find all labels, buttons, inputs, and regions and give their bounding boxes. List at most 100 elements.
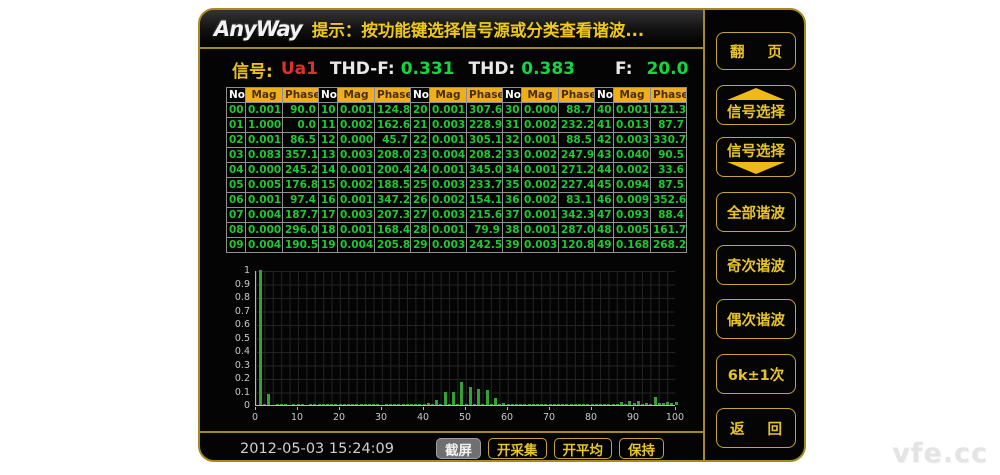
harmonic-bar: [334, 404, 337, 405]
sidebar-button-signal-select-down[interactable]: 信号选择: [716, 137, 796, 177]
harmonic-bar: [360, 404, 363, 405]
magnitude-cell: 0.004: [430, 148, 467, 163]
harmonic-bar: [616, 404, 619, 405]
harmonic-no-cell: 34: [503, 163, 522, 178]
chart-plot-area: [255, 271, 675, 406]
y-axis-tick-label: 0: [204, 400, 250, 411]
harmonic-bar: [607, 404, 610, 405]
x-axis-tick-mark: [633, 407, 634, 410]
button-label: 返回: [717, 418, 795, 439]
phase-cell: 208.0: [375, 148, 411, 163]
phase-cell: 215.6: [467, 208, 503, 223]
magnitude-cell: 0.002: [338, 118, 375, 133]
harmonic-bar: [620, 402, 623, 405]
harmonic-bar: [490, 404, 493, 405]
magnitude-cell: 0.003: [614, 133, 651, 148]
harmonic-bar: [595, 404, 598, 405]
harmonic-bar: [502, 403, 505, 405]
harmonic-bar: [654, 397, 657, 405]
harmonic-no-cell: 17: [319, 208, 338, 223]
phase-cell: 121.3: [651, 103, 687, 118]
harmonic-bar: [540, 404, 543, 405]
sidebar-button-even-harmonics[interactable]: 偶次谐波: [716, 299, 796, 339]
harmonic-bar: [347, 404, 350, 405]
harmonic-bar: [444, 392, 447, 405]
triangle-down-icon: [727, 162, 785, 174]
sidebar-button-page-flip[interactable]: 翻页: [716, 32, 796, 70]
harmonic-bar: [439, 404, 442, 405]
sidebar-button-odd-harmonics[interactable]: 奇次谐波: [716, 245, 796, 285]
sidebar-button-return[interactable]: 返回: [716, 408, 796, 448]
x-axis-tick-mark: [591, 407, 592, 410]
harmonic-bar: [465, 404, 468, 405]
harmonic-no-cell: 00: [227, 103, 246, 118]
y-axis-tick-label: 0.6: [204, 319, 250, 330]
magnitude-cell: 0.009: [614, 193, 651, 208]
harmonic-bar: [582, 404, 585, 405]
harmonic-bar: [557, 404, 560, 405]
thdf-value: 0.331: [401, 59, 455, 79]
sidebar-button-signal-select-up[interactable]: 信号选择: [716, 85, 796, 125]
harmonic-bar: [318, 404, 321, 405]
button-label: 奇次谐波: [727, 255, 785, 276]
table-row: 090.004190.5190.004205.8290.003242.5390.…: [227, 238, 687, 253]
x-axis-tick-mark: [297, 407, 298, 410]
phase-cell: 154.1: [467, 193, 503, 208]
harmonic-no-cell: 31: [503, 118, 522, 133]
harmonics-table: NoMagPhaseNoMagPhaseNoMagPhaseNoMagPhase…: [226, 87, 687, 253]
harmonic-no-cell: 33: [503, 148, 522, 163]
harmonic-no-cell: 42: [595, 133, 614, 148]
y-axis-tick-label: 0.4: [204, 346, 250, 357]
phase-cell: 124.8: [375, 103, 411, 118]
column-header: No: [319, 88, 338, 103]
screenshot-button[interactable]: 截屏: [436, 438, 481, 459]
harmonic-no-cell: 08: [227, 223, 246, 238]
magnitude-cell: 1.000: [246, 118, 283, 133]
magnitude-cell: 0.001: [338, 193, 375, 208]
magnitude-cell: 0.004: [338, 238, 375, 253]
y-axis-tick-label: 1: [204, 265, 250, 276]
magnitude-cell: 0.003: [430, 238, 467, 253]
phase-cell: 86.5: [283, 133, 319, 148]
harmonic-bar: [431, 404, 434, 405]
x-axis-tick-label: 30: [375, 412, 387, 423]
harmonic-bar: [561, 404, 564, 405]
phase-cell: 45.7: [375, 133, 411, 148]
sidebar-button-all-harmonics[interactable]: 全部谐波: [716, 192, 796, 232]
hold-button[interactable]: 保持: [619, 438, 664, 459]
magnitude-cell: 0.005: [246, 178, 283, 193]
phase-cell: 168.4: [375, 223, 411, 238]
magnitude-cell: 0.001: [430, 223, 467, 238]
phase-cell: 90.5: [651, 148, 687, 163]
harmonic-bar: [481, 404, 484, 405]
harmonic-bar: [410, 404, 413, 405]
magnitude-cell: 0.094: [614, 178, 651, 193]
button-label: 翻页: [717, 41, 795, 62]
harmonic-bar: [511, 404, 514, 405]
column-header: No: [503, 88, 522, 103]
column-header: Mag: [430, 88, 467, 103]
harmonic-no-cell: 32: [503, 133, 522, 148]
magnitude-cell: 0.001: [246, 133, 283, 148]
harmonic-bar: [364, 404, 367, 405]
x-axis-tick-label: 90: [627, 412, 639, 423]
button-label: 6k±1次: [728, 364, 784, 385]
column-header: Mag: [246, 88, 283, 103]
phase-cell: 208.2: [467, 148, 503, 163]
harmonic-bar: [662, 403, 665, 405]
start-acquisition-button[interactable]: 开采集: [488, 438, 547, 459]
sidebar-button-6k-plus-minus-1[interactable]: 6k±1次: [716, 354, 796, 394]
table-row: 050.005176.8150.002188.5250.003233.7350.…: [227, 178, 687, 193]
magnitude-cell: 0.002: [522, 193, 559, 208]
harmonic-no-cell: 06: [227, 193, 246, 208]
start-averaging-button[interactable]: 开平均: [554, 438, 613, 459]
magnitude-cell: 0.002: [522, 178, 559, 193]
hint-text: 提示：按功能键选择信号源或分类查看谐波...: [312, 17, 644, 41]
phase-cell: 83.1: [559, 193, 595, 208]
harmonic-no-cell: 39: [503, 238, 522, 253]
harmonic-bar: [276, 404, 279, 405]
column-header: Mag: [522, 88, 559, 103]
magnitude-cell: 0.002: [614, 163, 651, 178]
harmonic-bar: [368, 404, 371, 405]
harmonic-no-cell: 43: [595, 148, 614, 163]
